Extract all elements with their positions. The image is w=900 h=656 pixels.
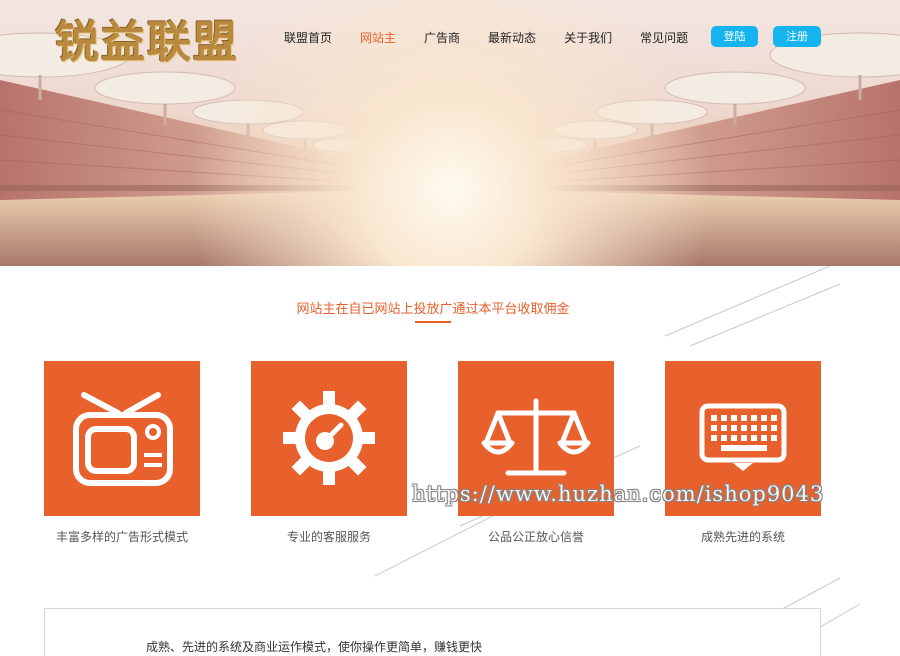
info-panel-text: 成熟、先进的系统及商业运作模式，使你操作更简单，赚钱更快	[146, 640, 483, 654]
login-button[interactable]: 登陆	[711, 26, 758, 47]
site-logo[interactable]: 锐益联盟	[55, 6, 239, 70]
feature-label-advanced-system: 成熟先进的系统	[700, 530, 785, 544]
nav-item-advertiser[interactable]: 广告商	[424, 29, 460, 46]
nav-item-about[interactable]: 关于我们	[564, 29, 612, 46]
feature-card-customer-service[interactable]	[251, 361, 407, 516]
section-title: 网站主在自已网站上投放广通过本平台收取佣金	[296, 302, 570, 317]
feature-label-ad-formats: 丰富多样的广告形式模式	[55, 530, 188, 544]
title-underline	[415, 321, 451, 323]
nav-item-news[interactable]: 最新动态	[488, 29, 536, 46]
feature-label-fair-reputation: 公品公正放心信誉	[487, 530, 584, 544]
nav-item-home[interactable]: 联盟首页	[284, 29, 332, 46]
feature-card-ad-formats[interactable]	[44, 361, 200, 516]
tv-icon	[73, 392, 173, 486]
watermark-url: https://www.huzhan.com/ishop9043	[412, 482, 825, 506]
nav-item-webmaster[interactable]: 网站主	[360, 29, 396, 46]
gear-icon	[283, 391, 375, 485]
hero-banner: 锐益联盟 联盟首页 网站主 广告商 最新动态 关于我们 常见问题 登陆 注册	[0, 0, 900, 266]
main-nav: 联盟首页 网站主 广告商 最新动态 关于我们 常见问题	[284, 29, 716, 46]
nav-item-faq[interactable]: 常见问题	[640, 29, 688, 46]
register-button[interactable]: 注册	[773, 26, 821, 47]
feature-label-customer-service: 专业的客服服务	[286, 530, 371, 544]
